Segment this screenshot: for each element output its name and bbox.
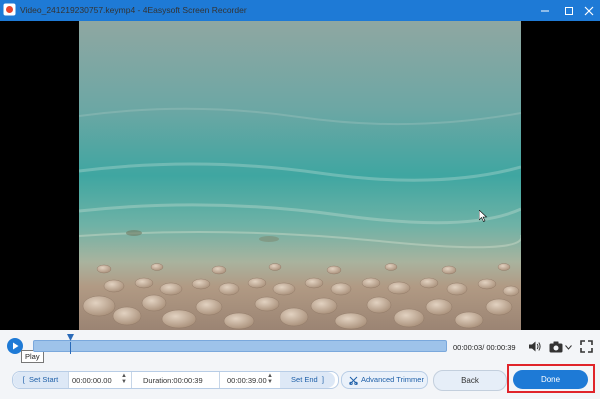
minimize-icon [541, 10, 549, 12]
start-time-stepper[interactable]: ▲ ▼ [121, 373, 127, 385]
close-icon [584, 6, 594, 16]
done-button[interactable]: Done [513, 370, 588, 389]
video-frame [79, 21, 521, 330]
window-title: Video_241219230757.keymp4 - 4Easysoft Sc… [20, 5, 247, 15]
timeline-track[interactable] [33, 340, 447, 352]
app-icon [3, 3, 16, 16]
bracket-right-icon: ] [317, 375, 324, 384]
back-button[interactable]: Back [433, 370, 507, 391]
trimmer-icon [349, 376, 358, 385]
fullscreen-icon[interactable] [580, 340, 593, 353]
mouse-cursor-icon [479, 210, 488, 222]
chevron-down-icon[interactable] [565, 345, 572, 350]
duration-label: Duration:00:00:39 [143, 376, 203, 385]
set-start-label: Set Start [29, 375, 59, 384]
close-button[interactable] [575, 0, 600, 21]
chevron-down-icon[interactable]: ▼ [267, 379, 273, 385]
video-area [0, 21, 600, 330]
divider [68, 372, 69, 388]
time-readout: 00:00:03/ 00:00:39 [453, 343, 516, 352]
playhead-line [70, 342, 72, 354]
set-start-button[interactable]: [ Set Start [13, 372, 68, 388]
chevron-down-icon[interactable]: ▼ [121, 379, 127, 385]
maximize-icon [565, 7, 573, 15]
end-time-stepper[interactable]: ▲ ▼ [267, 373, 273, 385]
set-end-button[interactable]: Set End ] [280, 372, 335, 388]
divider [131, 372, 132, 388]
set-end-label: Set End [291, 375, 318, 384]
start-time-field[interactable]: 00:00:00.00 [72, 376, 112, 385]
camera-icon[interactable] [549, 341, 563, 353]
end-time-field[interactable]: 00:00:39.00 [227, 376, 267, 385]
advanced-trimmer-label: Advanced Trimmer [361, 375, 424, 384]
advanced-trimmer-button[interactable]: Advanced Trimmer [341, 371, 428, 389]
playhead-handle[interactable] [66, 334, 74, 342]
volume-icon[interactable] [528, 340, 542, 353]
divider [219, 372, 220, 388]
